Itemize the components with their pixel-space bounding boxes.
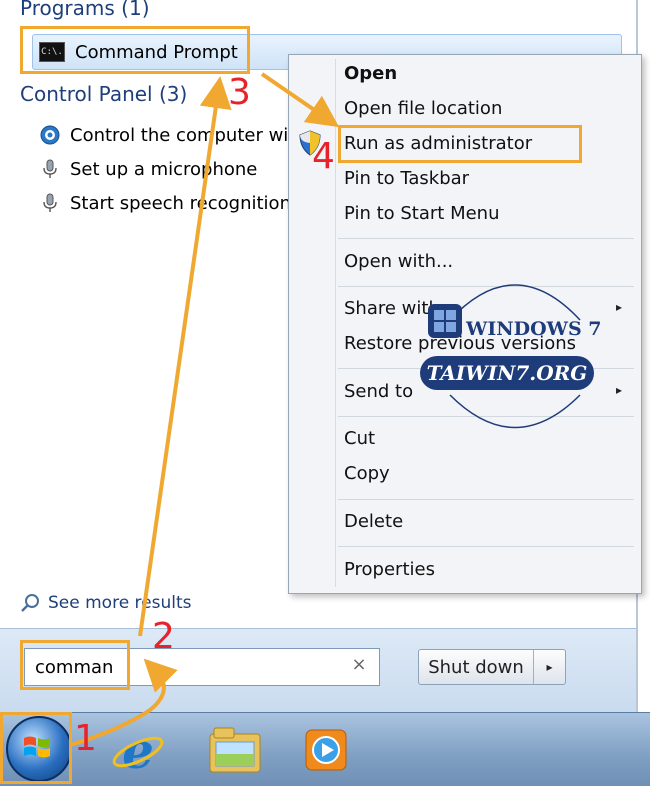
step-number-1: 1 [74, 718, 97, 759]
step-number-4: 4 [312, 136, 335, 177]
step-number-3: 3 [228, 72, 251, 113]
step-number-2: 2 [152, 616, 175, 657]
annotation-arrows [69, 72, 340, 747]
